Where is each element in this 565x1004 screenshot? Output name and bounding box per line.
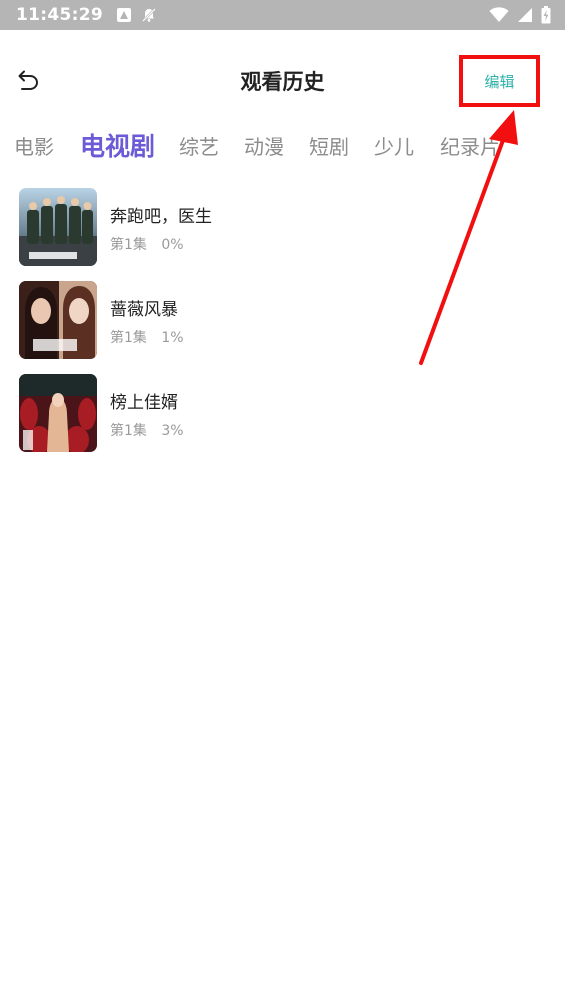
tab-tv-series[interactable]: 电视剧 — [80, 122, 155, 168]
poster-thumbnail — [19, 374, 97, 452]
poster-image-rose-storm — [19, 281, 97, 359]
history-item-progress: 第1集 0% — [110, 234, 184, 254]
progress-percent: 3% — [161, 423, 184, 439]
tab-label: 短剧 — [309, 134, 349, 159]
history-item-progress: 第1集 1% — [110, 327, 184, 347]
poster-image-bangshang — [19, 374, 97, 452]
header: 观看历史 编辑 — [0, 30, 565, 122]
wifi-icon — [489, 7, 509, 22]
status-time: 11:45:29 — [16, 5, 103, 25]
poster-thumbnail — [19, 188, 97, 266]
history-item[interactable]: 蔷薇风暴 第1集 1% — [0, 273, 565, 366]
tab-label: 综艺 — [179, 134, 219, 159]
tab-kids[interactable]: 少儿 — [374, 122, 414, 168]
poster-thumbnail — [19, 281, 97, 359]
tab-label: 动漫 — [244, 134, 284, 159]
history-item[interactable]: 榜上佳婿 第1集 3% — [0, 366, 565, 459]
episode-label: 第1集 — [110, 423, 147, 439]
episode-label: 第1集 — [110, 330, 147, 346]
poster-image-doctors — [19, 188, 97, 266]
status-bar: 11:45:29 — [0, 0, 565, 30]
tab-short-drama[interactable]: 短剧 — [309, 122, 349, 168]
progress-percent: 1% — [161, 330, 184, 346]
a-notification-icon — [116, 8, 131, 22]
edit-button-label: 编辑 — [484, 72, 515, 91]
edit-button[interactable]: 编辑 — [459, 55, 540, 107]
history-item-title: 蔷薇风暴 — [110, 300, 178, 320]
tab-label: 电影 — [14, 134, 54, 159]
history-item[interactable]: 奔跑吧，医生 第1集 0% — [0, 180, 565, 273]
episode-label: 第1集 — [110, 237, 147, 253]
history-item-title: 榜上佳婿 — [110, 393, 178, 413]
tab-variety[interactable]: 综艺 — [179, 122, 219, 168]
history-item-title: 奔跑吧，医生 — [110, 207, 212, 227]
history-item-progress: 第1集 3% — [110, 420, 184, 440]
tab-label: 少儿 — [374, 134, 414, 159]
tab-anime[interactable]: 动漫 — [244, 122, 284, 168]
battery-charging-icon — [541, 6, 551, 24]
notification-off-icon — [142, 8, 156, 22]
tab-documentary[interactable]: 纪录片 — [440, 122, 500, 168]
tab-movie[interactable]: 电影 — [14, 122, 54, 168]
tab-label: 电视剧 — [80, 132, 156, 161]
tab-label: 纪录片 — [440, 134, 500, 159]
watch-history-screen: 11:45:29 观看历史 编辑 电影 电视剧 综艺 动漫 短剧 少儿 纪录片 … — [0, 0, 565, 1004]
signal-icon — [518, 8, 532, 22]
history-list: 奔跑吧，医生 第1集 0% 蔷薇风暴 第1集 1% 榜上佳婿 第1集 3% — [0, 180, 565, 459]
status-notification-icons — [116, 7, 157, 23]
status-system-icons — [489, 6, 551, 24]
category-tabs: 电影 电视剧 综艺 动漫 短剧 少儿 纪录片 — [0, 122, 565, 168]
progress-percent: 0% — [161, 237, 184, 253]
